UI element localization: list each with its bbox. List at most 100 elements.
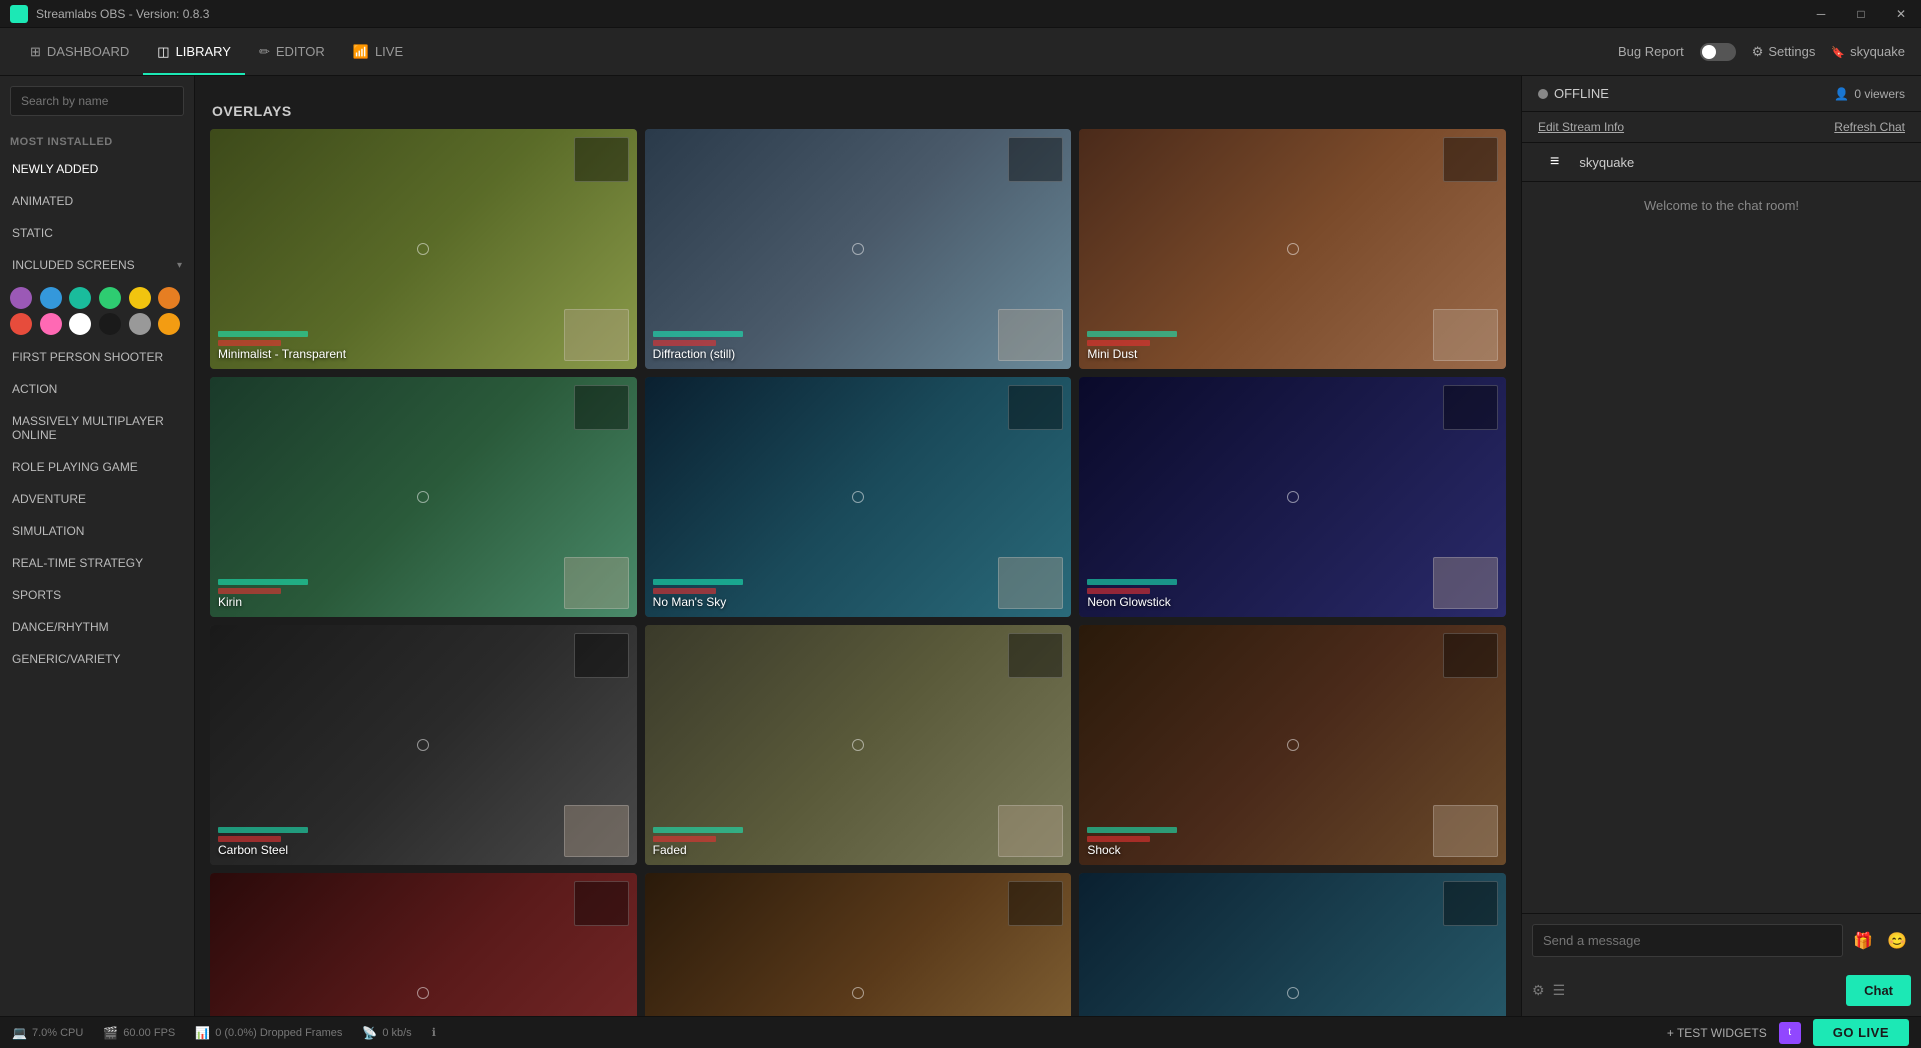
test-widgets-button[interactable]: + TEST WIDGETS [1667, 1026, 1767, 1040]
app-logo [10, 5, 28, 23]
filter-static[interactable]: STATIC [0, 217, 194, 249]
fps-icon: 🎬 [103, 1026, 118, 1040]
chevron-down-icon: ▾ [177, 260, 182, 271]
chat-input-row: 🎁 😊 [1532, 924, 1911, 957]
filter-real-time-strategy[interactable]: REAL-TIME STRATEGY [0, 547, 194, 579]
filter-animated[interactable]: ANIMATED [0, 185, 194, 217]
filter-dance/rhythm[interactable]: DANCE/RHYTHM [0, 611, 194, 643]
navbar: ⊞ DASHBOARD ◫ LIBRARY ✏ EDITOR 📶 LIVE Bu… [0, 28, 1921, 76]
twitch-icon: t [1779, 1022, 1801, 1044]
card-label: Carbon Steel [218, 843, 288, 857]
info-status[interactable]: ℹ [432, 1026, 436, 1039]
minimize-button[interactable]: ─ [1801, 0, 1841, 28]
filter-generic/variety[interactable]: GENERIC/VARIETY [0, 643, 194, 675]
dashboard-icon: ⊞ [30, 44, 41, 60]
card-label: Neon Glowstick [1087, 595, 1170, 609]
cpu-status: 💻 7.0% CPU [12, 1026, 83, 1040]
overlay-card-minimalist[interactable]: Minimalist - Transparent [210, 129, 637, 369]
card-label: Diffraction (still) [653, 347, 735, 361]
bandwidth-status: 📡 0 kb/s [362, 1026, 411, 1040]
close-button[interactable]: ✕ [1881, 0, 1921, 28]
color-filter-dot[interactable] [158, 287, 180, 309]
overlays-heading: OVERLAYS [210, 91, 1506, 129]
chat-list-icon[interactable]: ≡ [1538, 143, 1571, 181]
offline-status: OFFLINE [1538, 86, 1609, 101]
settings-button[interactable]: Settings [1752, 44, 1816, 60]
overlay-grid: Minimalist - Transparent Diffraction (sti… [210, 129, 1506, 1016]
search-input[interactable] [10, 86, 184, 116]
viewers-icon: 👤 [1834, 87, 1849, 101]
overlay-card-shock[interactable]: Shock [1079, 625, 1506, 865]
user-icon [1831, 44, 1845, 59]
overlay-card-neon-glowstick[interactable]: Neon Glowstick [1079, 377, 1506, 617]
go-live-button[interactable]: GO LIVE [1813, 1019, 1909, 1046]
overlay-card-faded[interactable]: Faded [645, 625, 1072, 865]
overlay-card-baleful-vortex[interactable]: Baleful Vortex [645, 873, 1072, 1016]
chat-footer: ⚙ ☰ Chat [1522, 967, 1921, 1016]
filter-simulation[interactable]: SIMULATION [0, 515, 194, 547]
chat-actions: Edit Stream Info Refresh Chat [1522, 112, 1921, 143]
theme-toggle[interactable] [1700, 43, 1736, 61]
filter-sports[interactable]: SPORTS [0, 579, 194, 611]
offline-dot [1538, 89, 1548, 99]
bug-report-link[interactable]: Bug Report [1618, 44, 1684, 59]
nav-editor[interactable]: ✏ EDITOR [245, 28, 339, 75]
color-filter-dot[interactable] [99, 313, 121, 335]
overlay-content: OVERLAYS Minimalist - Transparent Diffrac… [195, 76, 1521, 1016]
edit-stream-info-link[interactable]: Edit Stream Info [1538, 120, 1624, 134]
overlay-card-carbon-steel[interactable]: Carbon Steel [210, 625, 637, 865]
genre-filter-list: FIRST PERSON SHOOTERACTIONMASSIVELY MULT… [0, 341, 194, 675]
refresh-chat-link[interactable]: Refresh Chat [1834, 120, 1905, 134]
color-filter-dot[interactable] [10, 313, 32, 335]
overlay-card-nomanssky[interactable]: No Man's Sky [645, 377, 1072, 617]
filter-action[interactable]: ACTION [0, 373, 194, 405]
filter-adventure[interactable]: ADVENTURE [0, 483, 194, 515]
color-filter-dot[interactable] [158, 313, 180, 335]
color-filter-dot[interactable] [99, 287, 121, 309]
cpu-icon: 💻 [12, 1026, 27, 1040]
color-filter-dot[interactable] [40, 287, 62, 309]
overlay-card-diffraction[interactable]: Diffraction (still) [645, 129, 1072, 369]
chat-panel: OFFLINE 👤 0 viewers Edit Stream Info Ref… [1521, 76, 1921, 1016]
card-label: Shock [1087, 843, 1120, 857]
list-icon[interactable]: ☰ [1553, 982, 1566, 999]
color-filter-dot[interactable] [69, 287, 91, 309]
user-button[interactable]: skyquake [1831, 44, 1905, 59]
color-filter-dot[interactable] [10, 287, 32, 309]
overlay-card-mini-dust[interactable]: Mini Dust [1079, 129, 1506, 369]
library-icon: ◫ [157, 44, 169, 60]
card-label: Minimalist - Transparent [218, 347, 346, 361]
filter-role-playing-game[interactable]: ROLE PLAYING GAME [0, 451, 194, 483]
gift-icon[interactable]: 🎁 [1849, 927, 1877, 955]
chat-message-input[interactable] [1532, 924, 1843, 957]
statusbar-right: + TEST WIDGETS t GO LIVE [1667, 1019, 1909, 1046]
color-filter-dot[interactable] [129, 287, 151, 309]
titlebar: Streamlabs OBS - Version: 0.8.3 ─ □ ✕ [0, 0, 1921, 28]
maximize-button[interactable]: □ [1841, 0, 1881, 28]
emoji-icon[interactable]: 😊 [1883, 927, 1911, 955]
statusbar: 💻 7.0% CPU 🎬 60.00 FPS 📊 0 (0.0%) Droppe… [0, 1016, 1921, 1048]
filter-newly-added[interactable]: NEWLY ADDED [0, 153, 194, 185]
sidebar: MOST INSTALLED NEWLY ADDED ANIMATED STAT… [0, 76, 195, 1016]
window-controls: ─ □ ✕ [1801, 0, 1921, 28]
card-label: Mini Dust [1087, 347, 1137, 361]
chat-header: OFFLINE 👤 0 viewers [1522, 76, 1921, 112]
settings-icon[interactable]: ⚙ [1532, 982, 1545, 999]
color-filter-dot[interactable] [69, 313, 91, 335]
dropped-icon: 📊 [195, 1026, 210, 1040]
overlay-card-cyan-stitch[interactable]: Cyan Stitch [1079, 873, 1506, 1016]
card-label: Kirin [218, 595, 242, 609]
filter-first-person-shooter[interactable]: FIRST PERSON SHOOTER [0, 341, 194, 373]
filter-included-screens[interactable]: INCLUDED SCREENS ▾ [0, 249, 194, 281]
color-filter-dot[interactable] [40, 313, 62, 335]
nav-live[interactable]: 📶 LIVE [339, 28, 417, 75]
overlay-card-kirin[interactable]: Kirin [210, 377, 637, 617]
nav-library[interactable]: ◫ LIBRARY [143, 28, 245, 75]
filter-massively-multiplayer-online[interactable]: MASSIVELY MULTIPLAYER ONLINE [0, 405, 194, 451]
nav-dashboard[interactable]: ⊞ DASHBOARD [16, 28, 143, 75]
chat-messages: Welcome to the chat room! [1522, 182, 1921, 913]
chat-send-button[interactable]: Chat [1846, 975, 1911, 1006]
color-filter-grid [0, 281, 194, 341]
color-filter-dot[interactable] [129, 313, 151, 335]
overlay-card-blood-moon[interactable]: Blood Moon [210, 873, 637, 1016]
